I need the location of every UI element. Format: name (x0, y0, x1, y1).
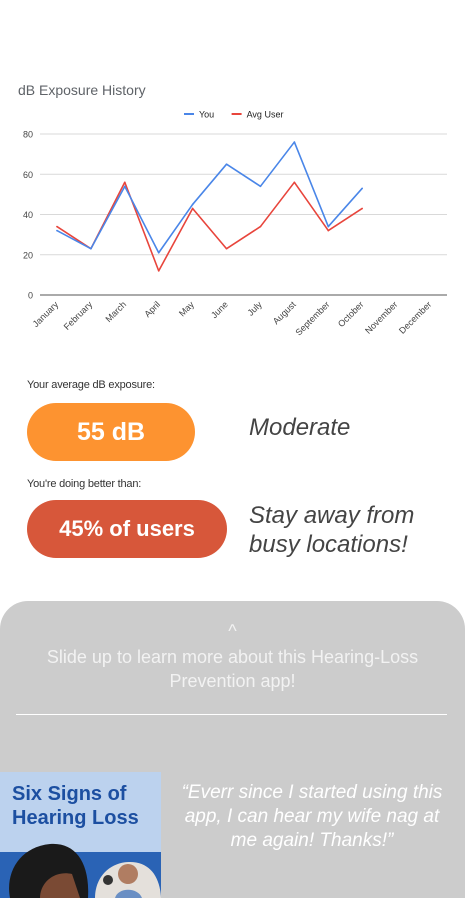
x-tick-label: June (209, 299, 230, 320)
data-point (327, 229, 330, 232)
x-tick-label: April (142, 299, 162, 319)
data-point (56, 225, 58, 228)
exposure-line-chart: 0 20 40 60 80 You Avg User January February Mar… (23, 110, 447, 338)
percent-users-badge[interactable]: 45% of users (27, 500, 227, 558)
x-tick-label: August (271, 299, 298, 326)
series-line (56, 141, 363, 254)
legend-label: You (199, 110, 214, 120)
x-tick-label: October (336, 299, 366, 329)
article-illustration-image (0, 843, 161, 898)
article-card[interactable]: Six Signs of Hearing Loss (0, 772, 161, 898)
y-tick-label: 60 (23, 170, 33, 180)
avg-exposure-label: Your average dB exposure: (27, 379, 155, 391)
x-tick-label: November (363, 299, 399, 335)
data-point (361, 187, 364, 190)
x-tick-label: December (397, 299, 433, 335)
x-tick-label: May (177, 299, 196, 318)
advice-text: Stay away from busy locations! (249, 502, 415, 558)
drawer-divider (16, 714, 447, 715)
avg-db-badge[interactable]: 55 dB (27, 403, 195, 461)
drawer-handle-caret-icon[interactable]: ^ (0, 621, 465, 642)
article-title: Six Signs of Hearing Loss (12, 783, 139, 829)
x-tick-label: March (103, 299, 128, 324)
data-point (157, 251, 160, 254)
data-point (293, 181, 296, 184)
data-point (259, 225, 262, 228)
data-point (293, 141, 296, 143)
info-drawer[interactable]: ^ Slide up to learn more about this Hear… (0, 601, 465, 898)
x-tick-label: January (31, 299, 61, 329)
data-point (225, 163, 228, 165)
data-point (225, 247, 228, 250)
x-tick-label: July (245, 299, 264, 318)
data-point (361, 207, 364, 210)
data-point (327, 225, 330, 228)
chart-title: dB Exposure History (18, 82, 146, 98)
y-tick-label: 20 (23, 250, 33, 260)
data-point (157, 270, 160, 272)
data-point (123, 181, 126, 184)
y-tick-label: 0 (28, 291, 33, 301)
better-than-label: You're doing better than: (27, 478, 142, 490)
data-point (259, 185, 262, 188)
data-point (191, 203, 194, 206)
data-point (56, 229, 58, 232)
drawer-prompt: Slide up to learn more about this Hearin… (46, 647, 419, 691)
x-tick-label: February (62, 299, 95, 332)
data-point (123, 185, 126, 188)
legend-label: Avg User (247, 110, 284, 120)
y-tick-label: 40 (23, 210, 33, 220)
data-point (90, 247, 92, 250)
data-point (191, 207, 194, 210)
x-tick-label: September (294, 299, 332, 337)
testimonial-quote: “Everr since I started using this app, I… (181, 782, 443, 851)
exposure-level-text: Moderate (249, 414, 351, 441)
y-tick-label: 80 (23, 130, 33, 140)
